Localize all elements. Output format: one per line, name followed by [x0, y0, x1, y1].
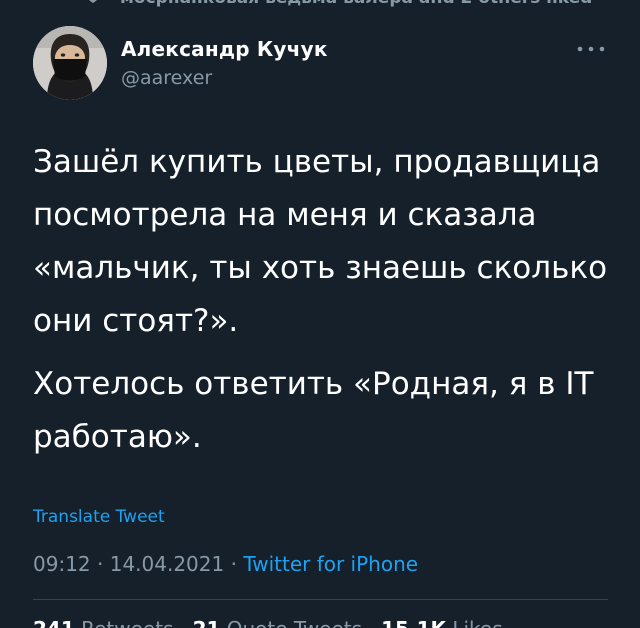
likes-stat[interactable]: 15.1K Likes [381, 617, 503, 628]
social-context-text: мосрпанковая ведьма валера and 2 others … [120, 0, 592, 8]
divider [33, 599, 608, 600]
tweet-time[interactable]: 09:12 [33, 552, 91, 576]
tweet-paragraph: Зашёл купить цветы, продавщица посмотрел… [33, 144, 608, 339]
more-options-icon[interactable] [574, 40, 608, 58]
likes-count: 15.1K [381, 617, 446, 628]
likes-label: Likes [446, 617, 502, 628]
meta-separator: · [224, 552, 244, 576]
heart-icon [89, 0, 97, 3]
retweets-stat[interactable]: 241 Retweets [33, 617, 173, 628]
retweets-label: Retweets [75, 617, 173, 628]
tweet-stats: 241 Retweets 21 Quote Tweets 15.1K Likes [33, 617, 503, 628]
author-handle[interactable]: @aarexer [121, 67, 212, 89]
quote-tweets-stat[interactable]: 21 Quote Tweets [193, 617, 363, 628]
avatar[interactable] [33, 26, 107, 100]
tweet-source-link[interactable]: Twitter for iPhone [243, 552, 418, 576]
author-name[interactable]: Александр Кучук [121, 37, 328, 61]
tweet-text: Зашёл купить цветы, продавщица посмотрел… [33, 136, 623, 464]
tweet-meta: 09:12 · 14.04.2021 · Twitter for iPhone [33, 552, 418, 576]
meta-separator: · [90, 552, 110, 576]
translate-tweet-link[interactable]: Translate Tweet [33, 507, 165, 527]
social-context-bar[interactable]: мосрпанковая ведьма валера and 2 others … [0, 0, 640, 8]
quote-tweets-label: Quote Tweets [220, 617, 362, 628]
quote-tweets-count: 21 [193, 617, 221, 628]
avatar-image [33, 26, 107, 100]
tweet-paragraph: Хотелось ответить «Родная, я в IT работа… [33, 366, 594, 455]
retweets-count: 241 [33, 617, 75, 628]
tweet-date[interactable]: 14.04.2021 [110, 552, 225, 576]
